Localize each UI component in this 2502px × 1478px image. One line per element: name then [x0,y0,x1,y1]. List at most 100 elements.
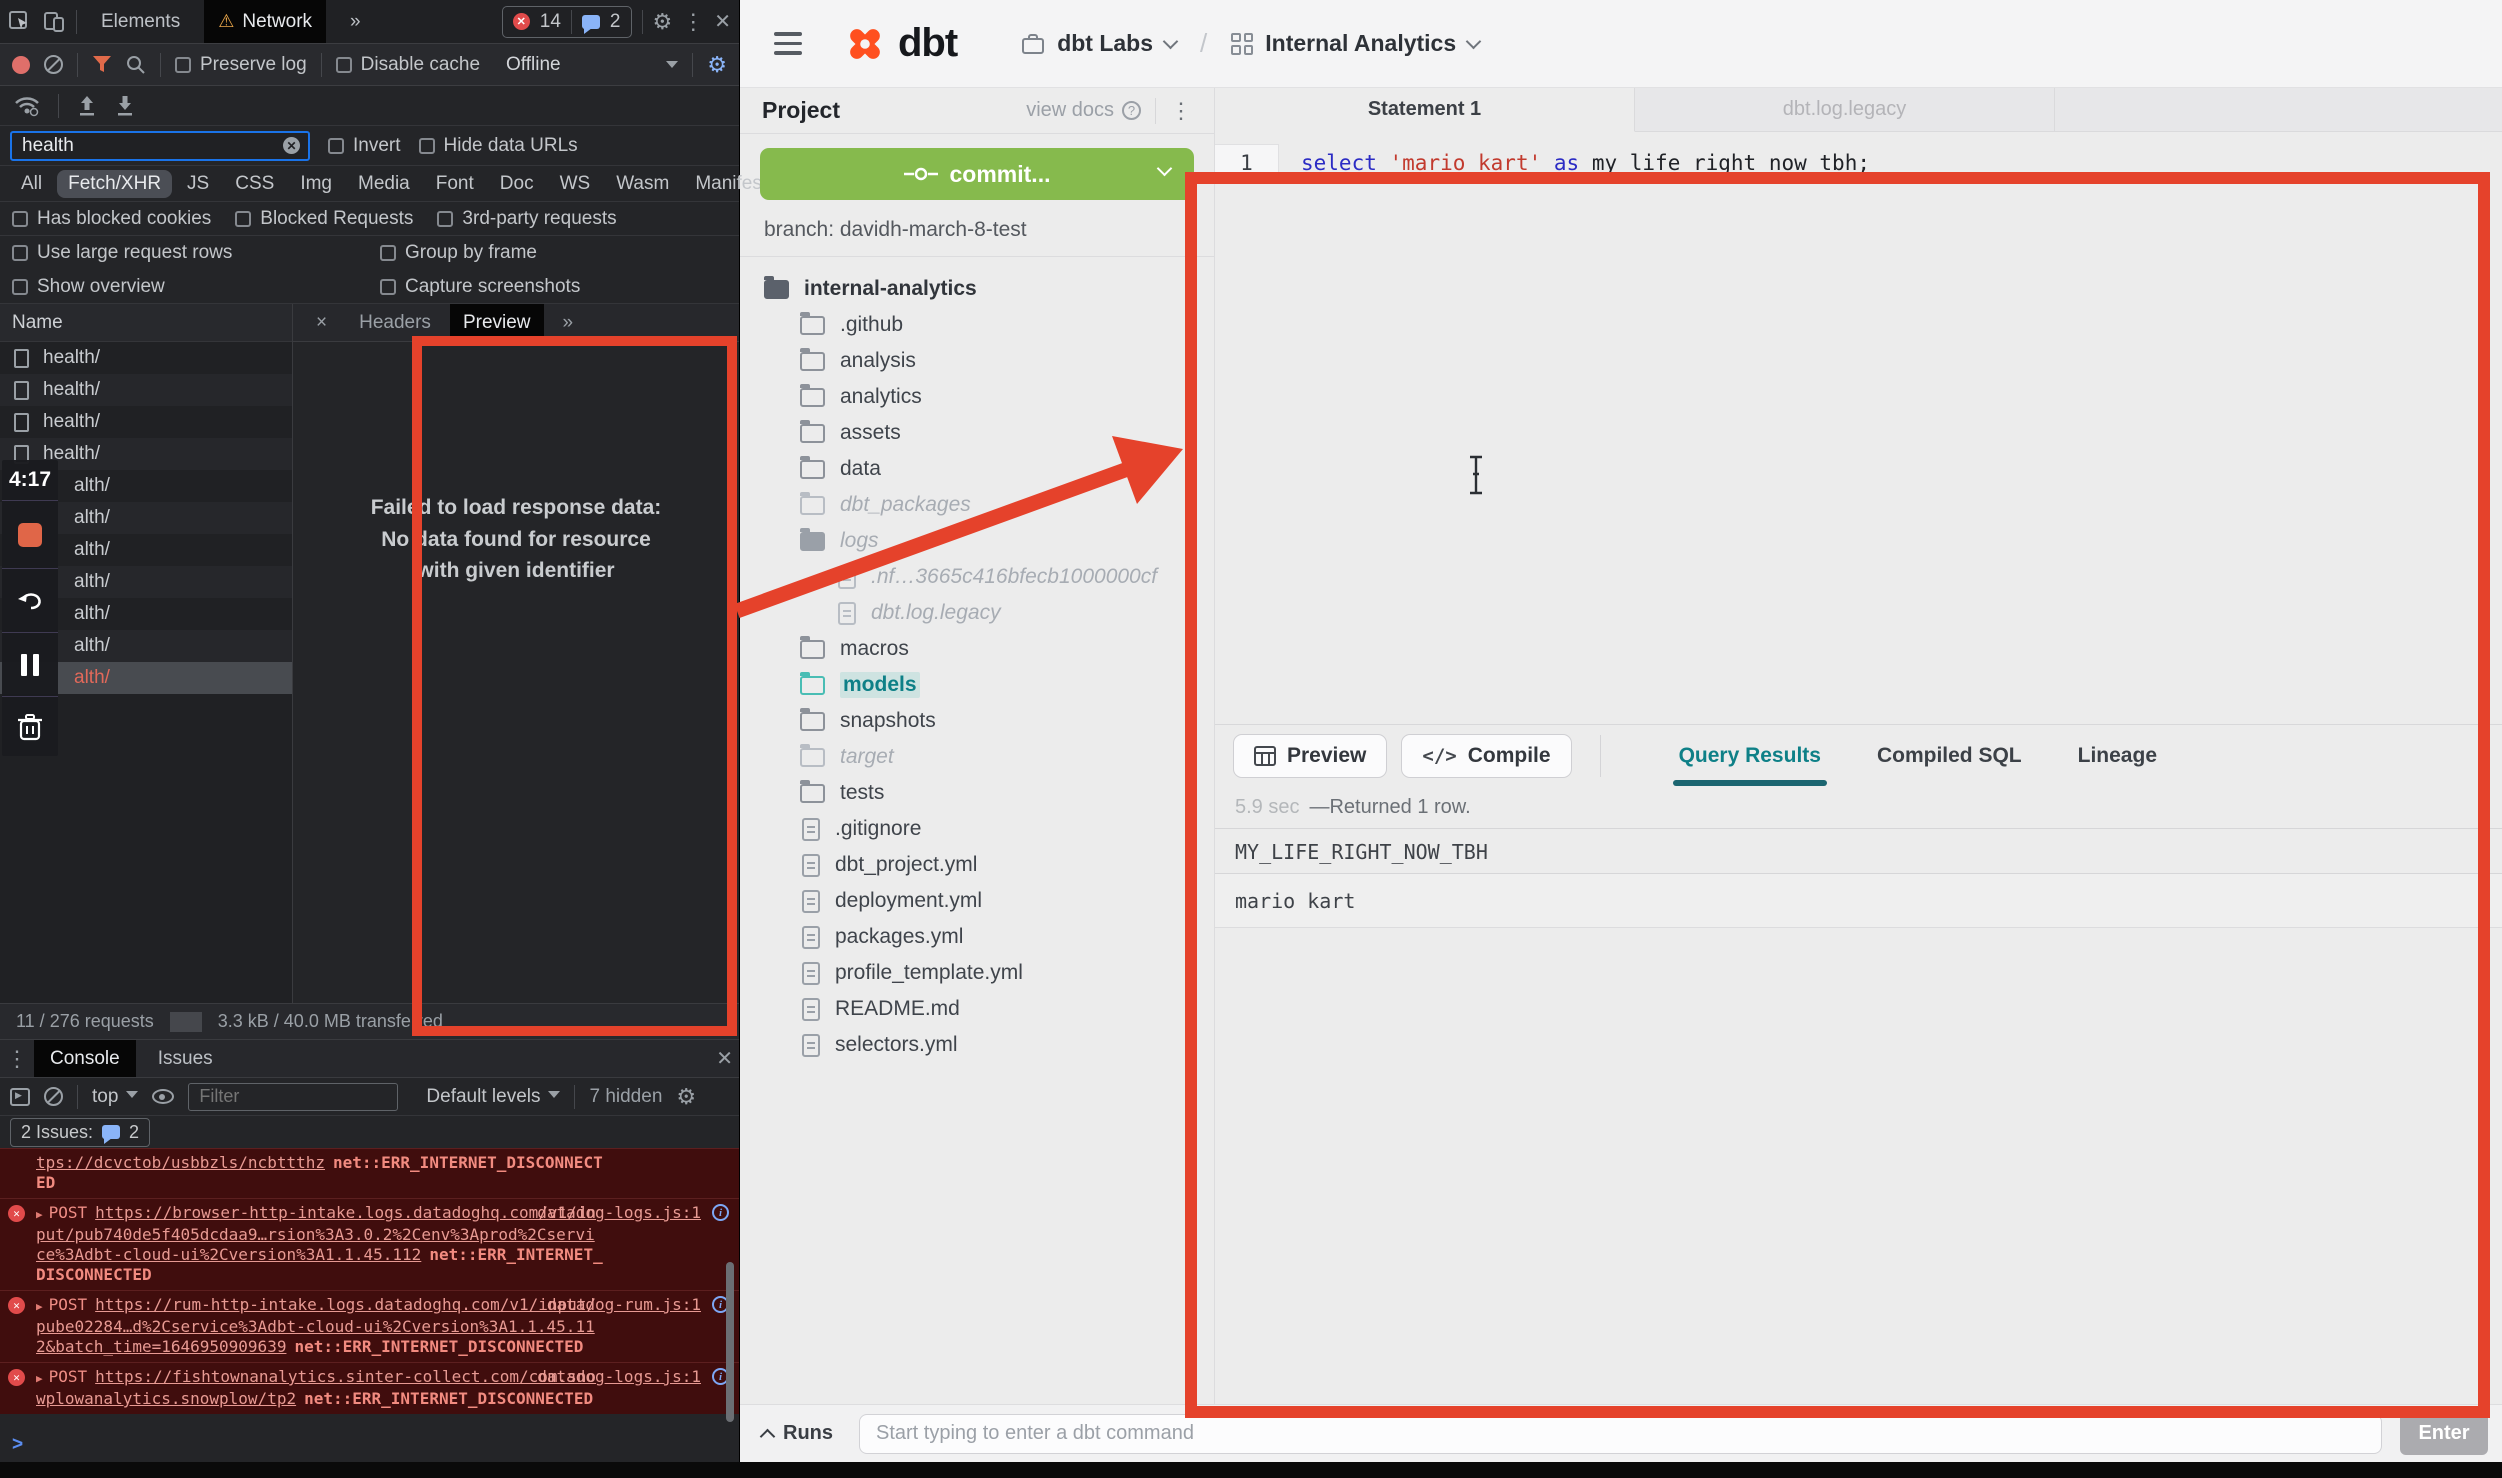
chevron-down-icon[interactable] [1157,161,1173,177]
file-tree-item[interactable]: .nf…3665c416bfecb1000000cf [740,559,1214,595]
clear-filter-icon[interactable]: ✕ [283,137,300,154]
tab-issues[interactable]: Issues [142,1040,229,1077]
file-tree-item[interactable]: models [740,667,1214,703]
delete-recording-button[interactable] [2,696,58,756]
network-type-filter[interactable]: Wasm [605,170,680,198]
file-tree-item[interactable]: logs [740,523,1214,559]
request-url-link[interactable]: tps://dcvctob/usbbzls/ncbttthz [36,1153,325,1172]
file-tree-item[interactable]: selectors.yml [740,1027,1214,1063]
issues-counter[interactable]: 2 Issues: 2 [10,1118,150,1147]
file-tree-item[interactable]: .gitignore [740,811,1214,847]
results-column-header[interactable]: MY_LIFE_RIGHT_NOW_TBH [1215,828,2502,874]
restart-recording-button[interactable] [2,568,58,632]
file-tree-item[interactable]: dbt.log.legacy [740,595,1214,631]
pause-recording-button[interactable] [2,632,58,696]
file-tree-item[interactable]: dbt_project.yml [740,847,1214,883]
network-type-filter[interactable]: Doc [489,170,545,198]
live-expression-eye-icon[interactable] [152,1089,174,1104]
checkbox-option[interactable]: Show overview [12,276,380,298]
inspect-icon[interactable] [8,10,32,34]
more-tabs-icon[interactable]: » [336,0,375,43]
network-conditions-icon[interactable] [14,95,40,117]
network-type-filter[interactable]: Img [289,170,343,198]
console-sidebar-icon[interactable] [10,1088,30,1106]
chevron-down-icon[interactable] [666,61,678,74]
issue-badges[interactable]: ✕ 14 2 [502,6,632,38]
context-select[interactable]: top [92,1086,138,1108]
network-request-row[interactable]: health/ [0,342,292,374]
network-type-filter[interactable]: All [10,170,53,198]
tab-elements[interactable]: Elements [87,0,194,43]
checkbox-option[interactable]: Group by frame [380,242,727,264]
console-settings-gear-icon[interactable]: ⚙ [676,1086,696,1108]
record-icon[interactable] [12,56,30,74]
network-type-filter[interactable]: Fetch/XHR [57,170,172,198]
throttling-select[interactable]: Offline [506,54,561,76]
clear-icon[interactable] [44,55,63,74]
log-levels-select[interactable]: Default levels [426,1086,560,1108]
file-tree-item[interactable]: dbt_packages [740,487,1214,523]
checkbox-option[interactable]: Capture screenshots [380,276,727,298]
file-tree-item[interactable]: analytics [740,379,1214,415]
tab-query-results[interactable]: Query Results [1679,725,1821,786]
file-tree-item[interactable]: internal-analytics [740,271,1214,307]
project-switcher[interactable]: Internal Analytics [1231,30,1479,57]
filter-funnel-icon[interactable] [92,55,112,74]
network-type-filter[interactable]: JS [176,170,220,198]
import-har-icon[interactable] [77,95,97,117]
network-type-filter[interactable]: WS [549,170,602,198]
network-request-row[interactable]: health/ [0,374,292,406]
dbt-command-input[interactable] [859,1414,2382,1454]
network-settings-gear-icon[interactable]: ⚙ [707,54,727,76]
settings-gear-icon[interactable]: ⚙ [653,11,673,33]
source-link[interactable]: datadog-logs.js:1 [537,1367,701,1387]
file-tree-item[interactable]: tests [740,775,1214,811]
checkbox-option[interactable]: Blocked Requests [235,208,413,230]
close-drawer-icon[interactable]: ✕ [716,1046,733,1071]
export-har-icon[interactable] [115,95,135,117]
runs-toggle[interactable]: Runs [754,1422,841,1445]
preview-button[interactable]: Preview [1233,734,1387,778]
stop-recording-button[interactable] [2,500,58,568]
expand-caret-icon[interactable]: ▶ [36,1300,43,1313]
close-detail-icon[interactable]: × [303,304,340,341]
hamburger-menu-icon[interactable] [774,32,802,55]
clear-console-icon[interactable] [44,1087,63,1106]
name-column-header[interactable]: Name [0,304,292,342]
device-toolbar-icon[interactable] [42,10,66,34]
tab-compiled-sql[interactable]: Compiled SQL [1877,725,2022,786]
search-icon[interactable] [126,55,146,75]
file-tree-item[interactable]: data [740,451,1214,487]
view-docs-link[interactable]: view docs ? [1026,99,1141,122]
expand-caret-icon[interactable]: ▶ [36,1372,43,1385]
source-link[interactable]: datadog-logs.js:1 [537,1203,701,1223]
sql-editor[interactable]: 1 select 'mario kart' as my_life_right_n… [1215,132,2502,724]
results-cell[interactable]: mario kart [1215,874,2502,928]
file-tree-item[interactable]: deployment.yml [740,883,1214,919]
file-tree-item[interactable]: macros [740,631,1214,667]
dbt-logo[interactable]: dbt [842,21,957,67]
compile-button[interactable]: </> Compile [1401,734,1571,778]
hide-data-urls-checkbox[interactable]: Hide data URLs [419,135,578,157]
checkbox-option[interactable]: 3rd-party requests [437,208,616,230]
checkbox-option[interactable]: Use large request rows [12,242,380,264]
enter-button[interactable]: Enter [2400,1413,2488,1455]
tab-console[interactable]: Console [34,1040,136,1077]
source-link[interactable]: datadog-rum.js:1 [547,1295,701,1315]
console-filter-input[interactable] [197,1085,389,1108]
file-tree-item[interactable]: packages.yml [740,919,1214,955]
tab-lineage[interactable]: Lineage [2078,725,2157,786]
console-error-message[interactable]: ✕▶POSThttps://fishtownanalytics.sinter-c… [0,1362,739,1414]
expand-caret-icon[interactable]: ▶ [36,1208,43,1221]
network-filter-input[interactable] [20,134,283,158]
file-tree-item[interactable]: snapshots [740,703,1214,739]
file-tree-item[interactable]: profile_template.yml [740,955,1214,991]
checkbox-option[interactable]: Has blocked cookies [12,208,211,230]
file-tree-item[interactable]: assets [740,415,1214,451]
console-prompt[interactable]: > [0,1428,739,1462]
close-devtools-icon[interactable]: ✕ [714,9,731,34]
console-error-message[interactable]: ✕▶tps://dcvctob/usbbzls/ncbttthznet::ERR… [0,1148,739,1198]
account-switcher[interactable]: dbt Labs [1021,30,1176,57]
invert-checkbox[interactable]: Invert [328,135,401,157]
tab-dbt-log-legacy[interactable]: dbt.log.legacy [1635,88,2055,131]
